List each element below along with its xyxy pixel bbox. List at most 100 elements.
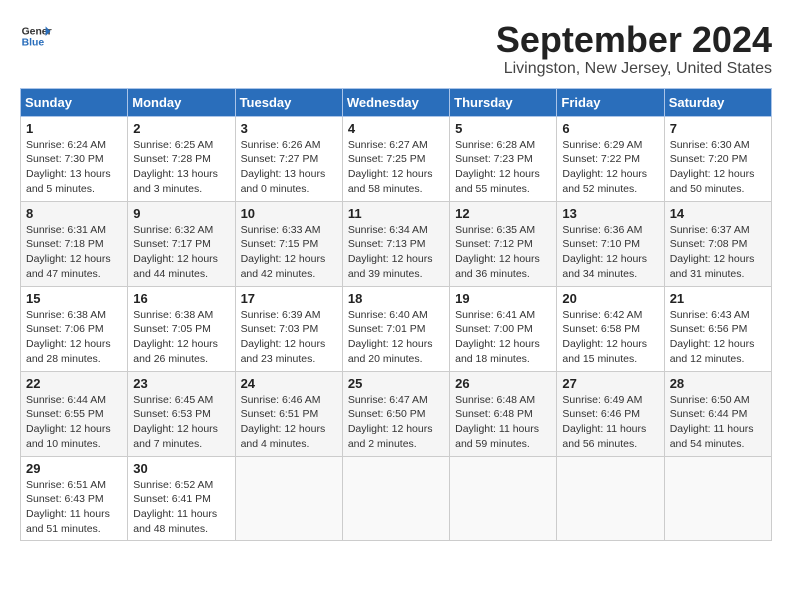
calendar-cell: 1Sunrise: 6:24 AMSunset: 7:30 PMDaylight… (21, 116, 128, 201)
week-row: 29 Sunrise: 6:51 AMSunset: 6:43 PMDayligh… (21, 456, 772, 541)
day-of-week-header: Tuesday (235, 88, 342, 116)
day-of-week-header: Friday (557, 88, 664, 116)
calendar-cell (235, 456, 342, 541)
day-number: 7 (670, 121, 766, 136)
day-number: 17 (241, 291, 337, 306)
day-info: Sunrise: 6:34 AMSunset: 7:13 PMDaylight:… (348, 223, 444, 282)
day-info: Sunrise: 6:31 AMSunset: 7:18 PMDaylight:… (26, 223, 122, 282)
day-info: Sunrise: 6:36 AMSunset: 7:10 PMDaylight:… (562, 223, 658, 282)
calendar-cell: 23 Sunrise: 6:45 AMSunset: 6:53 PMDayligh… (128, 371, 235, 456)
month-year-title: September 2024 (496, 20, 772, 60)
day-number: 19 (455, 291, 551, 306)
day-of-week-header: Saturday (664, 88, 771, 116)
day-number: 30 (133, 461, 229, 476)
day-number: 26 (455, 376, 551, 391)
calendar-cell: 27 Sunrise: 6:49 AMSunset: 6:46 PMDayligh… (557, 371, 664, 456)
day-number: 25 (348, 376, 444, 391)
day-number: 15 (26, 291, 122, 306)
day-info: Sunrise: 6:44 AMSunset: 6:55 PMDaylight:… (26, 393, 122, 452)
day-number: 21 (670, 291, 766, 306)
day-number: 22 (26, 376, 122, 391)
calendar-cell: 19 Sunrise: 6:41 AMSunset: 7:00 PMDayligh… (450, 286, 557, 371)
day-number: 13 (562, 206, 658, 221)
calendar-cell: 18 Sunrise: 6:40 AMSunset: 7:01 PMDayligh… (342, 286, 449, 371)
day-info: Sunrise: 6:39 AMSunset: 7:03 PMDaylight:… (241, 308, 337, 367)
calendar-cell: 29 Sunrise: 6:51 AMSunset: 6:43 PMDayligh… (21, 456, 128, 541)
day-of-week-header: Thursday (450, 88, 557, 116)
day-number: 12 (455, 206, 551, 221)
day-number: 3 (241, 121, 337, 136)
calendar-cell (342, 456, 449, 541)
week-row: 8Sunrise: 6:31 AMSunset: 7:18 PMDaylight… (21, 201, 772, 286)
day-of-week-header: Monday (128, 88, 235, 116)
calendar-cell: 14 Sunrise: 6:37 AMSunset: 7:08 PMDayligh… (664, 201, 771, 286)
day-info: Sunrise: 6:25 AMSunset: 7:28 PMDaylight:… (133, 138, 229, 197)
calendar-cell: 13 Sunrise: 6:36 AMSunset: 7:10 PMDayligh… (557, 201, 664, 286)
day-number: 14 (670, 206, 766, 221)
day-info: Sunrise: 6:30 AMSunset: 7:20 PMDaylight:… (670, 138, 766, 197)
day-info: Sunrise: 6:41 AMSunset: 7:00 PMDaylight:… (455, 308, 551, 367)
day-info: Sunrise: 6:27 AMSunset: 7:25 PMDaylight:… (348, 138, 444, 197)
day-number: 23 (133, 376, 229, 391)
calendar-cell: 12 Sunrise: 6:35 AMSunset: 7:12 PMDayligh… (450, 201, 557, 286)
day-info: Sunrise: 6:28 AMSunset: 7:23 PMDaylight:… (455, 138, 551, 197)
day-number: 2 (133, 121, 229, 136)
day-info: Sunrise: 6:29 AMSunset: 7:22 PMDaylight:… (562, 138, 658, 197)
day-info: Sunrise: 6:52 AMSunset: 6:41 PMDaylight:… (133, 478, 229, 537)
day-info: Sunrise: 6:49 AMSunset: 6:46 PMDaylight:… (562, 393, 658, 452)
day-number: 4 (348, 121, 444, 136)
day-number: 29 (26, 461, 122, 476)
calendar-cell: 3 Sunrise: 6:26 AMSunset: 7:27 PMDaylight… (235, 116, 342, 201)
day-info: Sunrise: 6:40 AMSunset: 7:01 PMDaylight:… (348, 308, 444, 367)
calendar-cell: 16 Sunrise: 6:38 AMSunset: 7:05 PMDayligh… (128, 286, 235, 371)
day-info: Sunrise: 6:46 AMSunset: 6:51 PMDaylight:… (241, 393, 337, 452)
day-info: Sunrise: 6:50 AMSunset: 6:44 PMDaylight:… (670, 393, 766, 452)
day-of-week-header: Sunday (21, 88, 128, 116)
day-number: 11 (348, 206, 444, 221)
title-block: September 2024 Livingston, New Jersey, U… (496, 20, 772, 78)
calendar-cell: 21 Sunrise: 6:43 AMSunset: 6:56 PMDayligh… (664, 286, 771, 371)
day-info: Sunrise: 6:33 AMSunset: 7:15 PMDaylight:… (241, 223, 337, 282)
calendar-cell: 22 Sunrise: 6:44 AMSunset: 6:55 PMDayligh… (21, 371, 128, 456)
logo-icon: General Blue (20, 20, 52, 52)
logo: General Blue (20, 20, 52, 52)
page-header: General Blue September 2024 Livingston, … (20, 20, 772, 78)
calendar-cell (664, 456, 771, 541)
calendar-cell: 28 Sunrise: 6:50 AMSunset: 6:44 PMDayligh… (664, 371, 771, 456)
calendar-cell: 30 Sunrise: 6:52 AMSunset: 6:41 PMDayligh… (128, 456, 235, 541)
calendar-cell: 7 Sunrise: 6:30 AMSunset: 7:20 PMDaylight… (664, 116, 771, 201)
calendar-cell: 8Sunrise: 6:31 AMSunset: 7:18 PMDaylight… (21, 201, 128, 286)
calendar-cell: 5Sunrise: 6:28 AMSunset: 7:23 PMDaylight… (450, 116, 557, 201)
day-info: Sunrise: 6:51 AMSunset: 6:43 PMDaylight:… (26, 478, 122, 537)
calendar-cell: 20 Sunrise: 6:42 AMSunset: 6:58 PMDayligh… (557, 286, 664, 371)
day-number: 28 (670, 376, 766, 391)
day-info: Sunrise: 6:38 AMSunset: 7:05 PMDaylight:… (133, 308, 229, 367)
day-info: Sunrise: 6:35 AMSunset: 7:12 PMDaylight:… (455, 223, 551, 282)
calendar-cell (557, 456, 664, 541)
calendar-cell: 6Sunrise: 6:29 AMSunset: 7:22 PMDaylight… (557, 116, 664, 201)
day-info: Sunrise: 6:45 AMSunset: 6:53 PMDaylight:… (133, 393, 229, 452)
day-info: Sunrise: 6:32 AMSunset: 7:17 PMDaylight:… (133, 223, 229, 282)
day-of-week-header: Wednesday (342, 88, 449, 116)
calendar-cell: 17 Sunrise: 6:39 AMSunset: 7:03 PMDayligh… (235, 286, 342, 371)
day-number: 27 (562, 376, 658, 391)
day-number: 20 (562, 291, 658, 306)
day-info: Sunrise: 6:37 AMSunset: 7:08 PMDaylight:… (670, 223, 766, 282)
day-info: Sunrise: 6:26 AMSunset: 7:27 PMDaylight:… (241, 138, 337, 197)
svg-text:Blue: Blue (22, 38, 45, 49)
calendar-table: SundayMondayTuesdayWednesdayThursdayFrid… (20, 88, 772, 542)
day-info: Sunrise: 6:42 AMSunset: 6:58 PMDaylight:… (562, 308, 658, 367)
day-number: 24 (241, 376, 337, 391)
day-info: Sunrise: 6:43 AMSunset: 6:56 PMDaylight:… (670, 308, 766, 367)
days-header-row: SundayMondayTuesdayWednesdayThursdayFrid… (21, 88, 772, 116)
calendar-cell: 2 Sunrise: 6:25 AMSunset: 7:28 PMDaylight… (128, 116, 235, 201)
day-info: Sunrise: 6:38 AMSunset: 7:06 PMDaylight:… (26, 308, 122, 367)
day-info: Sunrise: 6:47 AMSunset: 6:50 PMDaylight:… (348, 393, 444, 452)
day-number: 10 (241, 206, 337, 221)
calendar-cell: 10 Sunrise: 6:33 AMSunset: 7:15 PMDayligh… (235, 201, 342, 286)
day-number: 16 (133, 291, 229, 306)
day-number: 18 (348, 291, 444, 306)
day-number: 1 (26, 121, 122, 136)
day-number: 9 (133, 206, 229, 221)
calendar-cell: 25 Sunrise: 6:47 AMSunset: 6:50 PMDayligh… (342, 371, 449, 456)
